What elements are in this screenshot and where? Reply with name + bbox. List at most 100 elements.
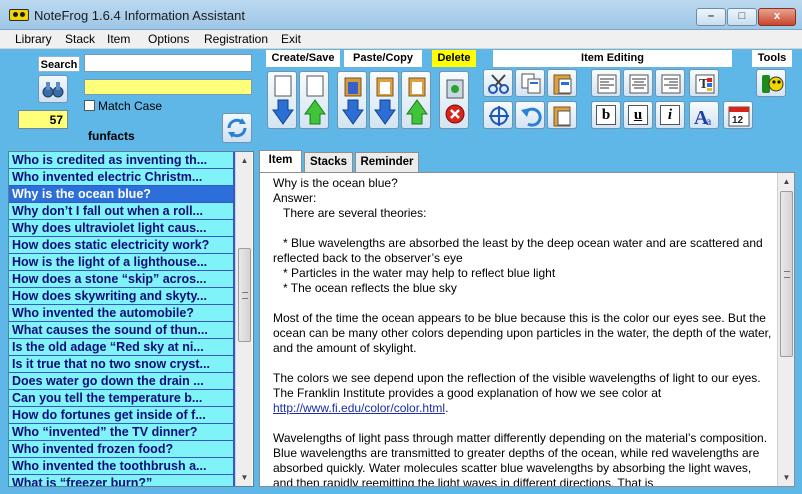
item-content[interactable]: Why is the ocean blue? Answer: There are…: [259, 172, 795, 487]
paste-button[interactable]: [547, 69, 577, 97]
scroll-up-arrow[interactable]: ▲: [236, 152, 253, 169]
item-count: 57: [18, 110, 68, 129]
list-item[interactable]: Who invented the toothbrush a...: [9, 458, 235, 475]
search-label: Search: [38, 56, 80, 72]
paste-icon: [553, 74, 572, 95]
menu-options[interactable]: Options: [148, 32, 189, 46]
refresh-icon: [227, 118, 247, 138]
align-left-button[interactable]: [591, 69, 621, 97]
undo-button[interactable]: [515, 101, 545, 129]
new-item-above-button[interactable]: [299, 71, 329, 129]
paste-special-button[interactable]: [547, 101, 577, 129]
paste-copy-above-button[interactable]: [401, 71, 431, 129]
new-document-up-icon: [304, 75, 326, 125]
answer-label: Answer:: [273, 191, 317, 205]
list-item[interactable]: What causes the sound of thun...: [9, 322, 235, 339]
search-highlight-field[interactable]: [84, 79, 252, 95]
menu-item[interactable]: Item: [107, 32, 130, 46]
bold-icon: b: [601, 107, 611, 123]
list-item[interactable]: How does skywriting and skyty...: [9, 288, 235, 305]
menu-exit[interactable]: Exit: [281, 32, 301, 46]
paste-copy-below-button[interactable]: [369, 71, 399, 129]
list-item[interactable]: Can you tell the temperature b...: [9, 390, 235, 407]
align-center-icon: [629, 74, 649, 94]
italic-icon: i: [667, 107, 673, 123]
clipboard-icon: [553, 106, 571, 127]
menu-stack[interactable]: Stack: [65, 32, 95, 46]
tab-stacks[interactable]: Stacks: [304, 152, 353, 172]
list-item[interactable]: What is “freezer burn?”: [9, 475, 235, 486]
content-scrollbar[interactable]: ▲ ▼: [777, 173, 794, 486]
close-button[interactable]: x: [758, 8, 796, 26]
tab-reminder[interactable]: Reminder: [355, 152, 419, 172]
font-icon: A a: [694, 107, 712, 128]
stack-name: funfacts: [88, 129, 135, 143]
app-icon: [9, 9, 29, 21]
color-link[interactable]: http://www.fi.edu/color/color.html: [273, 401, 445, 415]
question-text: Why is the ocean blue?: [273, 176, 398, 190]
tools-button[interactable]: [756, 69, 786, 97]
minimize-icon: –: [707, 10, 715, 22]
cut-button[interactable]: [483, 69, 513, 97]
list-item[interactable]: Does water go down the drain ...: [9, 373, 235, 390]
close-icon: x: [773, 10, 781, 22]
section-paste-copy: Paste/Copy: [344, 50, 422, 67]
search-input[interactable]: [84, 54, 252, 72]
list-item[interactable]: Who is credited as inventing th...: [9, 152, 235, 169]
text-color-icon: T: [695, 74, 715, 94]
font-button[interactable]: A a: [689, 101, 719, 129]
match-case-checkbox[interactable]: Match Case: [84, 99, 162, 113]
item-text[interactable]: Why is the ocean blue? Answer: There are…: [273, 176, 773, 486]
calendar-button[interactable]: 12: [723, 101, 753, 129]
list-item[interactable]: Who “invented” the TV dinner?: [9, 424, 235, 441]
title-bar: NoteFrog 1.6.4 Information Assistant – □…: [0, 0, 802, 30]
move-button[interactable]: [483, 101, 513, 129]
scroll-up-arrow[interactable]: ▲: [778, 173, 794, 190]
refresh-button[interactable]: [222, 113, 252, 143]
list-item[interactable]: Who invented electric Christm...: [9, 169, 235, 186]
tab-item[interactable]: Item: [259, 150, 302, 173]
copy-button[interactable]: [515, 69, 545, 97]
text-color-button[interactable]: T: [689, 69, 719, 97]
list-item[interactable]: Is it true that no two snow cryst...: [9, 356, 235, 373]
new-item-below-button[interactable]: [267, 71, 297, 129]
delete-item-button[interactable]: [439, 71, 469, 129]
list-item[interactable]: How do fortunes get inside of f...: [9, 407, 235, 424]
scroll-down-arrow[interactable]: ▼: [236, 469, 253, 486]
underline-button[interactable]: u: [623, 101, 653, 129]
frog-icon: [762, 75, 784, 93]
scroll-thumb[interactable]: [780, 191, 793, 357]
paragraph: The colors we see depend upon the reflec…: [273, 371, 764, 400]
clipboard-down-icon: [374, 77, 396, 125]
align-right-button[interactable]: [655, 69, 685, 97]
list-item[interactable]: Why don’t I fall out when a roll...: [9, 203, 235, 220]
list-scrollbar[interactable]: ▲ ▼: [235, 152, 252, 486]
minimize-button[interactable]: –: [696, 8, 726, 26]
scroll-thumb[interactable]: [238, 248, 251, 342]
checkbox-box[interactable]: [84, 100, 95, 111]
underline-icon: u: [633, 107, 643, 123]
menu-registration[interactable]: Registration: [204, 32, 268, 46]
list-item[interactable]: Is the old adage “Red sky at ni...: [9, 339, 235, 356]
list-item[interactable]: How does a stone “skip” acros...: [9, 271, 235, 288]
section-item-editing: Item Editing: [493, 50, 732, 67]
list-item[interactable]: How does static electricity work?: [9, 237, 235, 254]
align-center-button[interactable]: [623, 69, 653, 97]
list-item[interactable]: Why does ultraviolet light caus...: [9, 220, 235, 237]
list-item-selected[interactable]: Why is the ocean blue?: [9, 186, 235, 203]
menu-library[interactable]: Library: [15, 32, 52, 46]
scroll-down-arrow[interactable]: ▼: [778, 469, 794, 486]
binoculars-icon: [42, 82, 64, 98]
window-title: NoteFrog 1.6.4 Information Assistant: [34, 8, 245, 23]
maximize-icon: □: [738, 10, 746, 22]
bold-button[interactable]: b: [591, 101, 621, 129]
search-button[interactable]: [38, 75, 68, 103]
italic-button[interactable]: i: [655, 101, 685, 129]
bullet-text: * The ocean reflects the blue sky: [273, 281, 457, 295]
list-item[interactable]: Who invented the automobile?: [9, 305, 235, 322]
maximize-button[interactable]: □: [727, 8, 757, 26]
bullet-text: * Blue wavelengths are absorbed the leas…: [273, 236, 767, 265]
list-item[interactable]: How is the light of a lighthouse...: [9, 254, 235, 271]
paste-below-button[interactable]: [337, 71, 367, 129]
list-item[interactable]: Who invented frozen food?: [9, 441, 235, 458]
